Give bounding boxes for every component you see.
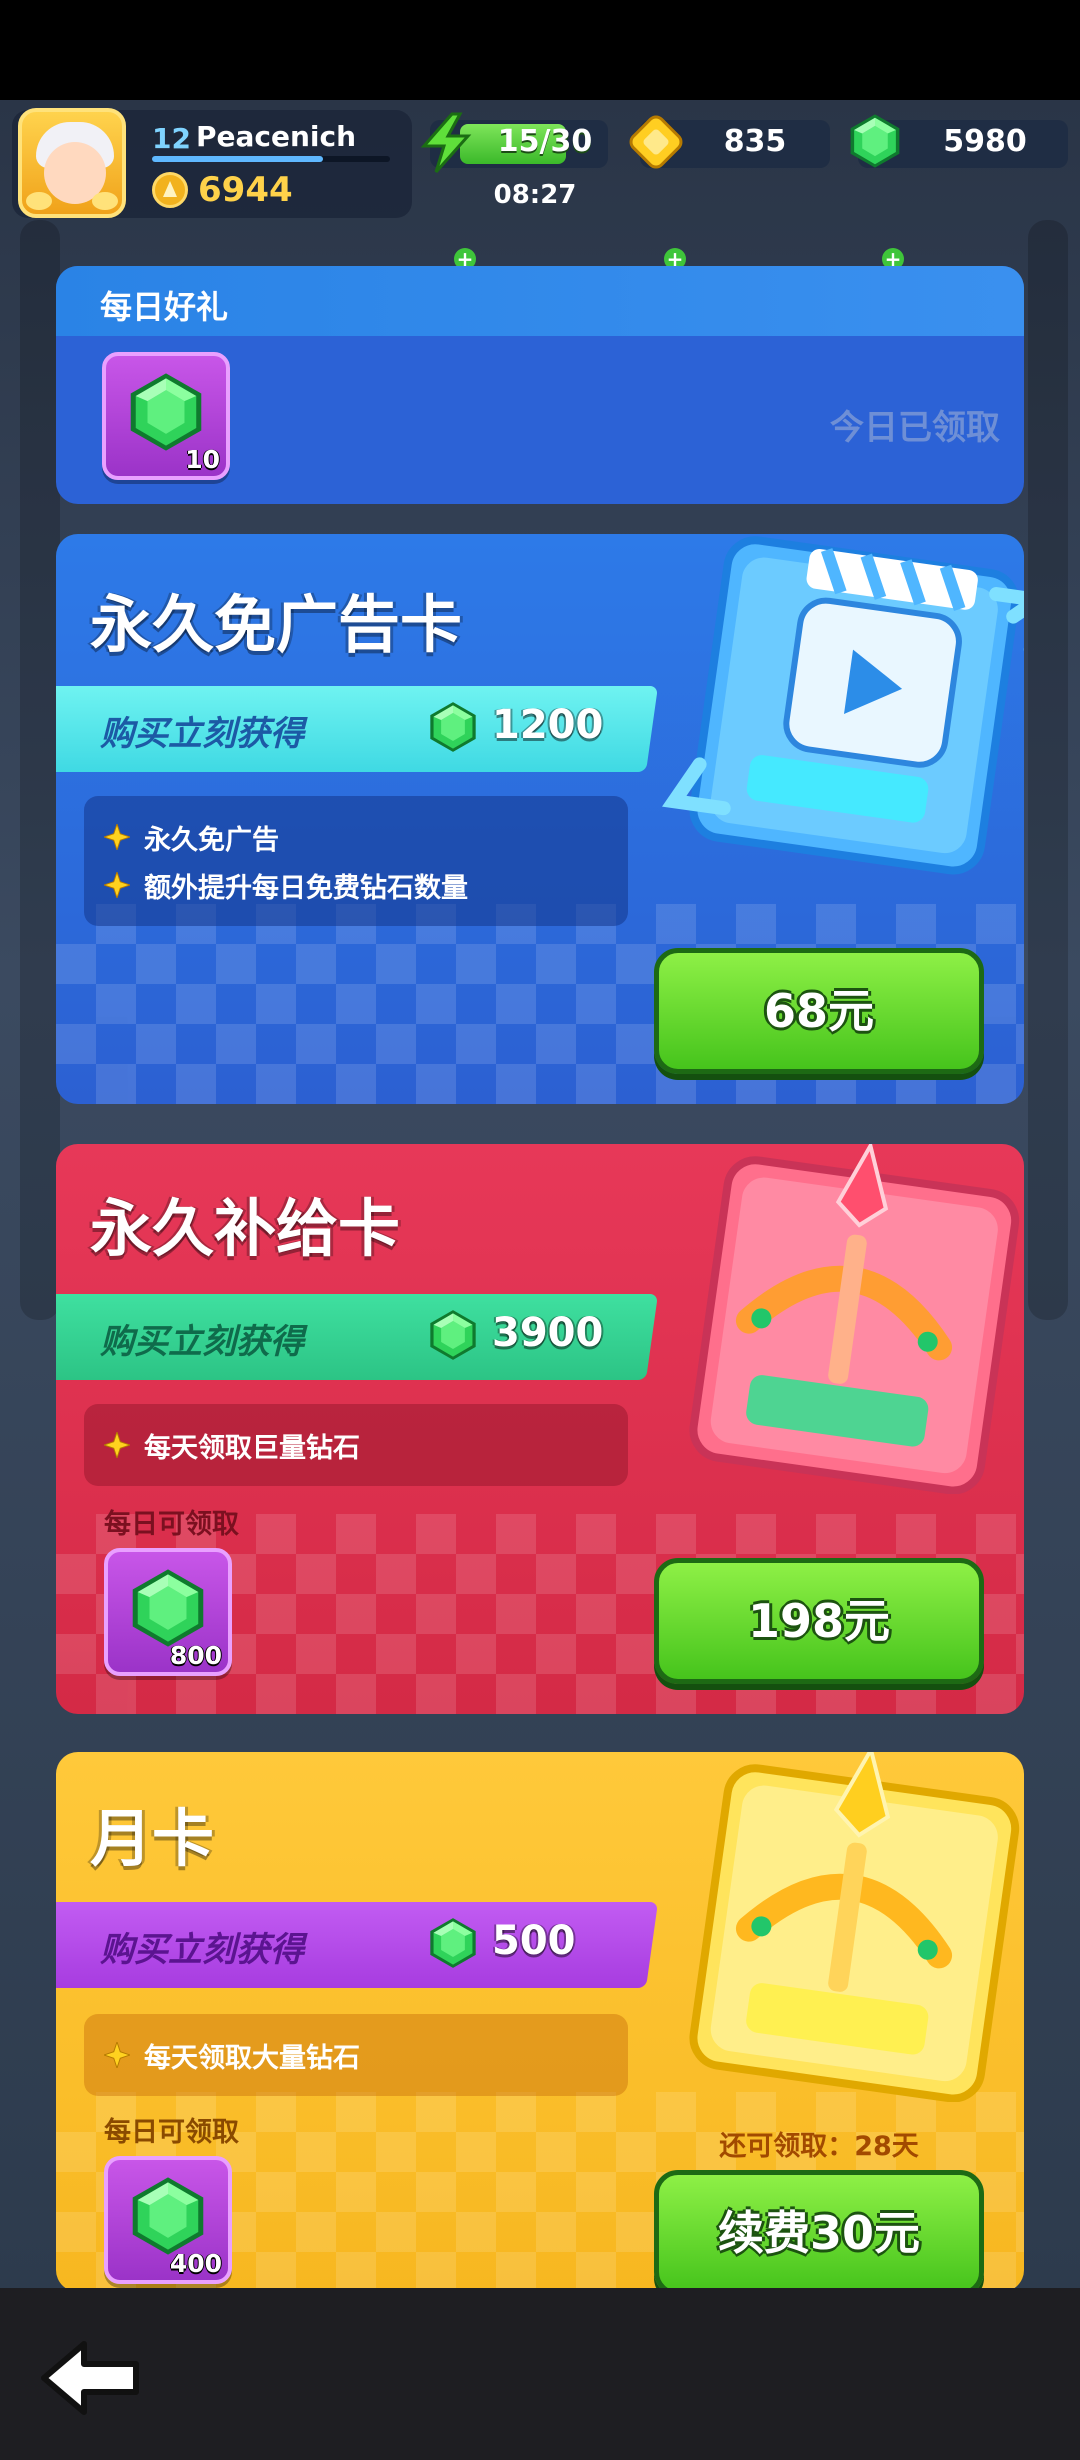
player-level: 12 — [152, 122, 191, 155]
gem-count: 5980 — [943, 124, 1027, 159]
trophy-icon — [152, 172, 188, 208]
price-label: 198元 — [747, 1594, 891, 1648]
instant-reward-label: 购买立刻获得 — [100, 1930, 304, 1970]
instant-gem-amount: 1200 — [492, 702, 604, 748]
gem-icon — [430, 702, 476, 752]
feature-item: 每天领取巨量钻石 — [144, 1433, 360, 1464]
instant-gem-amount: 500 — [492, 1918, 576, 1964]
gem-icon — [130, 373, 202, 451]
daily-gem-reward: 800 — [104, 1548, 232, 1676]
gem-icon — [132, 1569, 204, 1647]
gem-icon — [850, 114, 900, 168]
price-label: 68元 — [763, 984, 874, 1038]
gem-icon — [430, 1310, 476, 1360]
renew-monthly-button[interactable]: 续费30元 — [654, 2170, 984, 2292]
gold-coin-icon — [629, 115, 683, 169]
gem-icon — [132, 2177, 204, 2255]
gem-quantity: 400 — [169, 2249, 222, 2278]
daily-gift-title: 每日好礼 — [100, 288, 229, 326]
bottom-nav-bar — [0, 2288, 1080, 2460]
monthly-card: 月卡 购买立刻获得 500 每天领取大量钻石 每日可领取 400 还可领取：28… — [56, 1752, 1024, 2292]
daily-gift-reward: 10 — [102, 352, 230, 480]
buy-no-ads-button[interactable]: 68元 — [654, 948, 984, 1074]
energy-value: 15/30 — [497, 124, 593, 159]
instant-gem-amount: 3900 — [492, 1310, 604, 1356]
card-title: 月卡 — [90, 1802, 215, 1875]
gem-icon — [430, 1918, 476, 1968]
gem-quantity: 10 — [185, 445, 220, 474]
feature-list: 永久免广告 额外提升每日免费钻石数量 — [84, 796, 628, 926]
top-hud: 12 Peacenich 6944 + 15/30 08:27 + 835 + … — [0, 100, 1080, 270]
back-arrow-icon[interactable] — [36, 2338, 146, 2418]
daily-gift-panel: 每日好礼 10 今日已领取 — [56, 266, 1024, 504]
exp-bar — [152, 156, 390, 162]
remaining-days: 还可领取：28天 — [719, 2131, 919, 2162]
daily-claim-label: 每日可领取 — [104, 1509, 239, 1540]
crossbow-icon — [689, 1144, 1020, 1494]
avatar[interactable] — [18, 108, 126, 218]
trophy-count: 6944 — [198, 170, 293, 210]
instant-reward-label: 购买立刻获得 — [100, 714, 304, 754]
play-video-icon — [662, 536, 1024, 875]
feature-list: 每天领取巨量钻石 — [84, 1404, 628, 1486]
daily-claim-label: 每日可领取 — [104, 2117, 239, 2148]
feature-item: 每天领取大量钻石 — [144, 2043, 360, 2074]
feature-list: 每天领取大量钻石 — [84, 2014, 628, 2096]
status-bar — [0, 0, 1080, 100]
player-name: Peacenich — [196, 120, 357, 153]
instant-reward-label: 购买立刻获得 — [100, 1322, 304, 1362]
daily-gem-reward: 400 — [104, 2156, 232, 2284]
no-ads-card: 永久免广告卡 购买立刻获得 1200 永久免广告 额外提升每日免费钻石数量 68… — [56, 534, 1024, 1104]
gold-count: 835 — [723, 124, 787, 159]
energy-bolt-icon — [420, 112, 472, 173]
buy-supply-button[interactable]: 198元 — [654, 1558, 984, 1684]
gem-quantity: 800 — [169, 1641, 222, 1670]
supply-card: 永久补给卡 购买立刻获得 3900 每天领取巨量钻石 每日可领取 800 198… — [56, 1144, 1024, 1714]
feature-item: 额外提升每日免费钻石数量 — [144, 873, 468, 904]
card-title: 永久补给卡 — [90, 1192, 401, 1265]
price-label: 续费30元 — [717, 2206, 920, 2260]
feature-item: 永久免广告 — [144, 825, 279, 856]
crossbow-icon — [689, 1752, 1020, 2102]
daily-gift-status: 今日已领取 — [830, 408, 1000, 448]
card-title: 永久免广告卡 — [90, 588, 463, 661]
energy-timer: 08:27 — [493, 180, 577, 210]
